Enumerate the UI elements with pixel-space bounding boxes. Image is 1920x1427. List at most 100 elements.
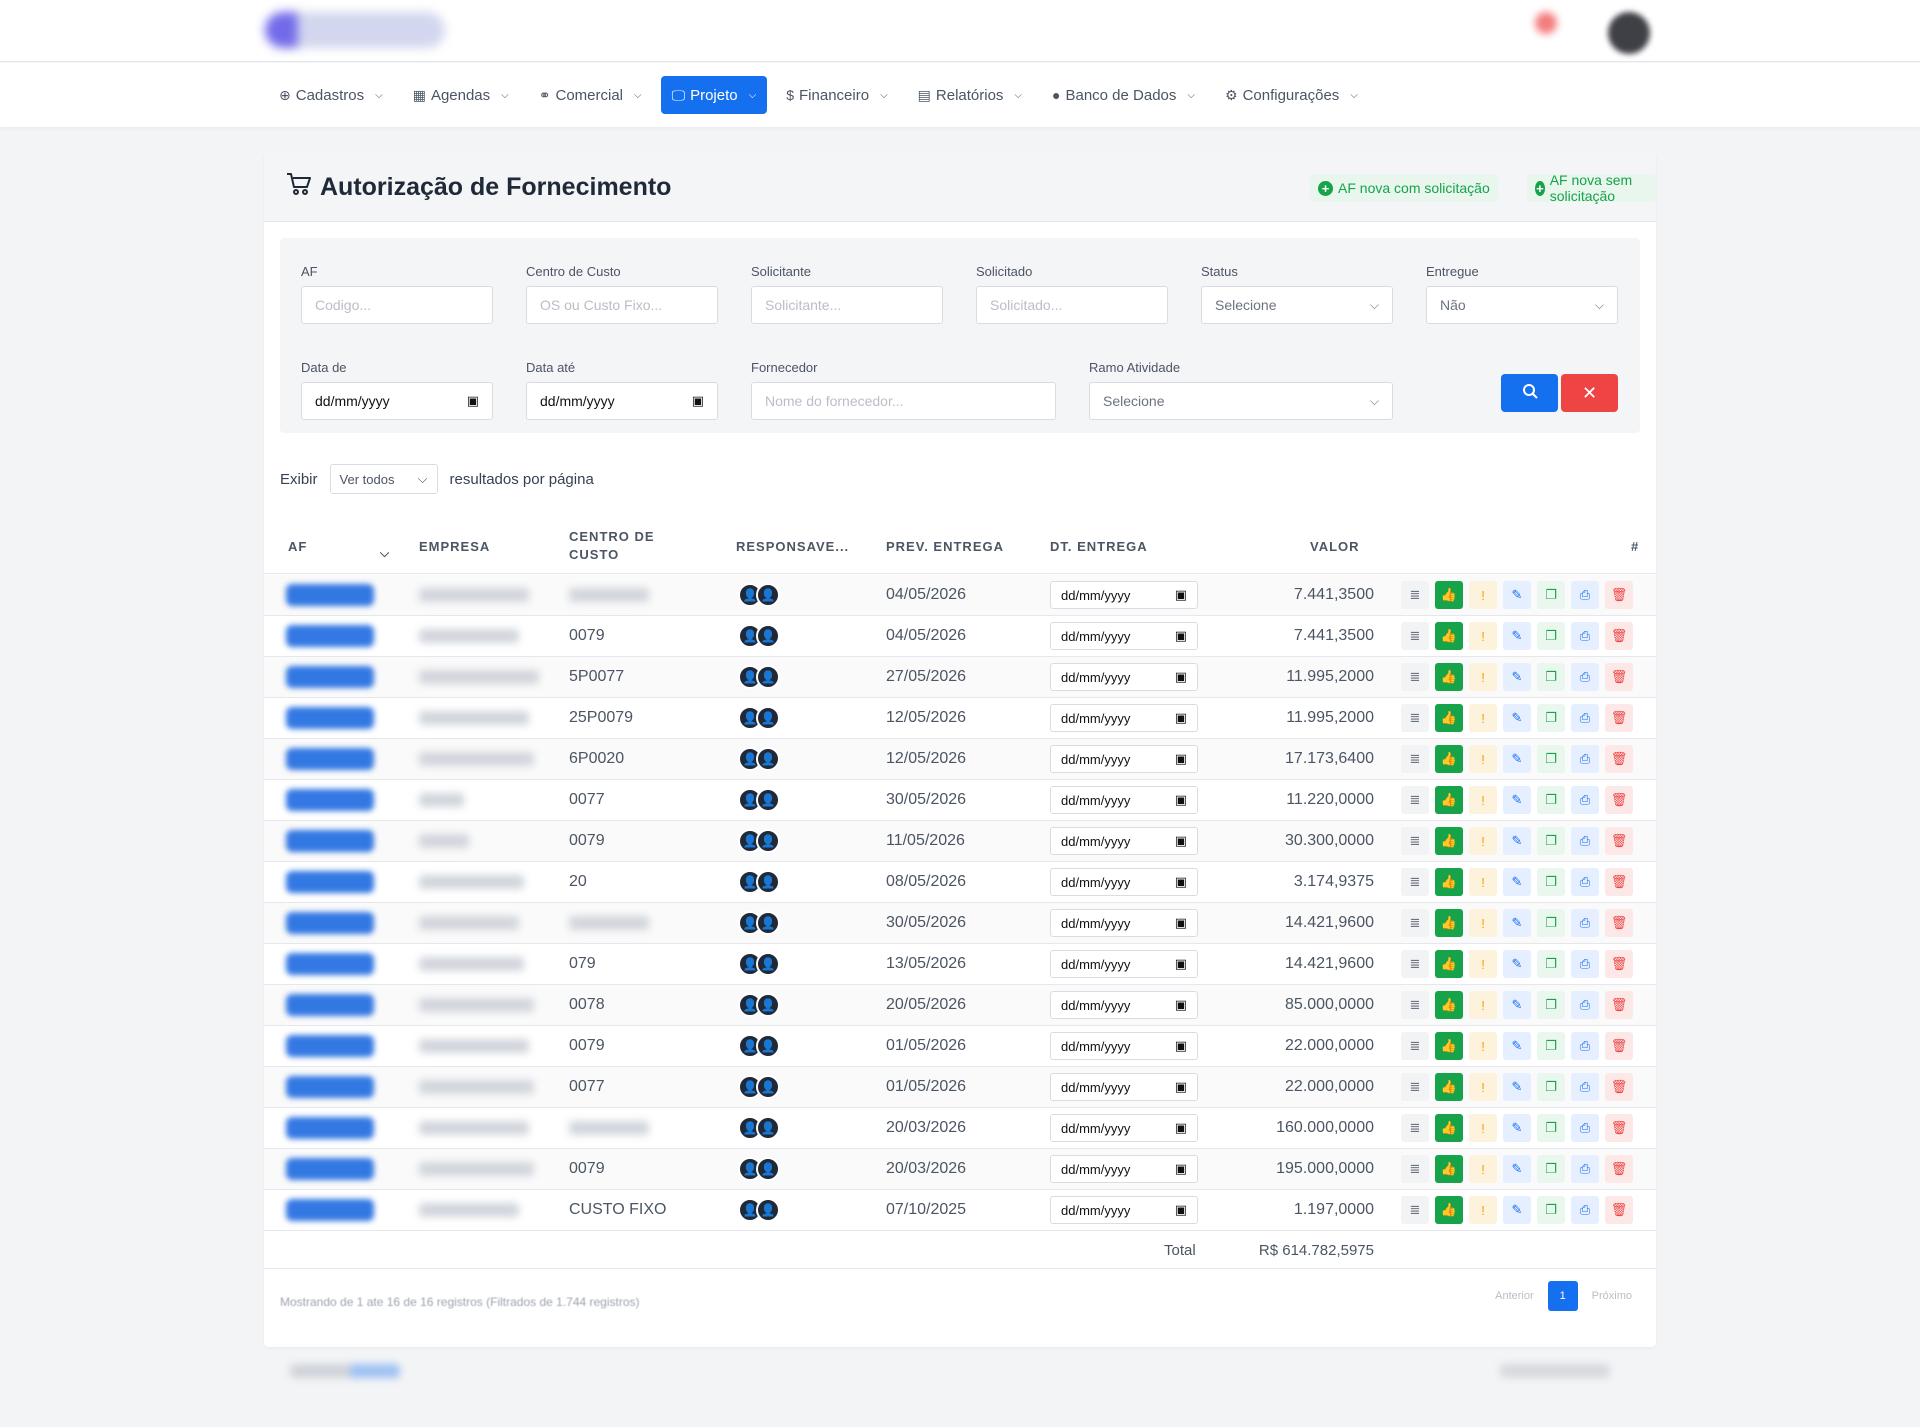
thumbs-up-icon[interactable]: 👍 [1435, 663, 1463, 691]
user-icon[interactable]: 👤 [756, 911, 780, 935]
af-code-link[interactable] [286, 1035, 374, 1057]
list-icon[interactable]: ≣ [1401, 868, 1429, 896]
trash-icon[interactable]: 🗑 [1605, 1114, 1633, 1142]
af-code-link[interactable] [286, 1199, 374, 1221]
user-icon[interactable]: 👤 [756, 1075, 780, 1099]
calendar-icon[interactable]: ▣ [1175, 833, 1187, 849]
edit-pencil-icon[interactable]: ✎ [1503, 868, 1531, 896]
table-row[interactable]: 25P0079 👤 👤 12/05/2026 dd/mm/yyyy ▣ 11.995,200… [264, 698, 1656, 739]
af-code-link[interactable] [286, 994, 374, 1016]
nav-financeiro[interactable]: $ Financeiro ⌵ [775, 76, 898, 114]
af-cell[interactable] [286, 780, 374, 820]
warning-icon[interactable]: ! [1469, 745, 1497, 773]
table-row[interactable]: 0079 👤 👤 20/03/2026 dd/mm/yyyy ▣ 195.000,0000 ≣… [264, 1149, 1656, 1190]
table-row[interactable]: 5P0077 👤 👤 27/05/2026 dd/mm/yyyy ▣ 11.995,2000… [264, 657, 1656, 698]
user-icon[interactable]: 👤 [756, 870, 780, 894]
print-icon[interactable]: ⎙ [1571, 704, 1599, 732]
thumbs-up-icon[interactable]: 👍 [1435, 1114, 1463, 1142]
notification-bell-icon[interactable] [1535, 12, 1557, 34]
copy-icon[interactable]: ❐ [1537, 827, 1565, 855]
edit-pencil-icon[interactable]: ✎ [1503, 909, 1531, 937]
print-icon[interactable]: ⎙ [1571, 991, 1599, 1019]
list-icon[interactable]: ≣ [1401, 909, 1429, 937]
af-cell[interactable] [286, 616, 374, 656]
af-code-link[interactable] [286, 1076, 374, 1098]
list-icon[interactable]: ≣ [1401, 622, 1429, 650]
supplier-input[interactable]: Nome do fornecedor... [751, 382, 1056, 420]
edit-pencil-icon[interactable]: ✎ [1503, 581, 1531, 609]
list-icon[interactable]: ≣ [1401, 663, 1429, 691]
af-cell[interactable] [286, 1149, 374, 1189]
copy-icon[interactable]: ❐ [1537, 868, 1565, 896]
previous-page-button[interactable]: Anterior [1487, 1281, 1542, 1311]
table-row[interactable]: 0079 👤 👤 01/05/2026 dd/mm/yyyy ▣ 22.000,0000 ≣ 👍… [264, 1026, 1656, 1067]
af-code-link[interactable] [286, 1117, 374, 1139]
edit-pencil-icon[interactable]: ✎ [1503, 827, 1531, 855]
calendar-icon[interactable]: ▣ [1175, 1038, 1187, 1054]
new-af-with-request-button[interactable]: + AF nova com solicitação [1310, 174, 1498, 202]
warning-icon[interactable]: ! [1469, 663, 1497, 691]
copy-icon[interactable]: ❐ [1537, 1032, 1565, 1060]
copy-icon[interactable]: ❐ [1537, 663, 1565, 691]
list-icon[interactable]: ≣ [1401, 581, 1429, 609]
table-row[interactable]: 6P0020 👤 👤 12/05/2026 dd/mm/yyyy ▣ 17.173,6400… [264, 739, 1656, 780]
af-cell[interactable] [286, 1067, 374, 1107]
table-row[interactable]: 0079 👤 👤 11/05/2026 dd/mm/yyyy ▣ 30.300,0000 ≣ 👍… [264, 821, 1656, 862]
list-icon[interactable]: ≣ [1401, 1032, 1429, 1060]
list-icon[interactable]: ≣ [1401, 1196, 1429, 1224]
calendar-icon[interactable]: ▣ [1175, 956, 1187, 972]
edit-pencil-icon[interactable]: ✎ [1503, 663, 1531, 691]
af-code-link[interactable] [286, 666, 374, 688]
nav-cadastros[interactable]: ⊕ Cadastros ⌵ [268, 76, 394, 114]
delivery-date-input[interactable]: dd/mm/yyyy ▣ [1050, 950, 1198, 978]
trash-icon[interactable]: 🗑 [1605, 1155, 1633, 1183]
col-valor[interactable]: VALOR [1310, 538, 1360, 556]
copy-icon[interactable]: ❐ [1537, 1073, 1565, 1101]
search-button[interactable] [1501, 374, 1558, 412]
col-empresa[interactable]: EMPRESA [419, 538, 490, 556]
list-icon[interactable]: ≣ [1401, 827, 1429, 855]
thumbs-up-icon[interactable]: 👍 [1435, 950, 1463, 978]
trash-icon[interactable]: 🗑 [1605, 827, 1633, 855]
print-icon[interactable]: ⎙ [1571, 1073, 1599, 1101]
print-icon[interactable]: ⎙ [1571, 786, 1599, 814]
af-cell[interactable] [286, 698, 374, 738]
user-icon[interactable]: 👤 [756, 1157, 780, 1181]
af-code-link[interactable] [286, 748, 374, 770]
user-icon[interactable]: 👤 [756, 1198, 780, 1222]
af-cell[interactable] [286, 862, 374, 902]
edit-pencil-icon[interactable]: ✎ [1503, 622, 1531, 650]
calendar-icon[interactable]: ▣ [1175, 1202, 1187, 1218]
thumbs-up-icon[interactable]: 👍 [1435, 1155, 1463, 1183]
calendar-icon[interactable]: ▣ [1175, 997, 1187, 1013]
cost-center-input[interactable]: OS ou Custo Fixo... [526, 286, 718, 324]
table-row[interactable]: 0078 👤 👤 20/05/2026 dd/mm/yyyy ▣ 85.000,0000 ≣ 👍… [264, 985, 1656, 1026]
af-cell[interactable] [286, 1026, 374, 1066]
thumbs-up-icon[interactable]: 👍 [1435, 704, 1463, 732]
af-code-link[interactable] [286, 789, 374, 811]
trash-icon[interactable]: 🗑 [1605, 745, 1633, 773]
thumbs-up-icon[interactable]: 👍 [1435, 1196, 1463, 1224]
copy-icon[interactable]: ❐ [1537, 991, 1565, 1019]
table-row[interactable]: 20 👤 👤 08/05/2026 dd/mm/yyyy ▣ 3.174,9375 ≣ 👍! ✎ ❐… [264, 862, 1656, 903]
edit-pencil-icon[interactable]: ✎ [1503, 1032, 1531, 1060]
calendar-icon[interactable]: ▣ [1175, 1120, 1187, 1136]
af-cell[interactable] [286, 903, 374, 943]
print-icon[interactable]: ⎙ [1571, 950, 1599, 978]
af-code-link[interactable] [286, 584, 374, 606]
table-row[interactable]: 0077 👤 👤 01/05/2026 dd/mm/yyyy ▣ 22.000,0000 ≣ 👍… [264, 1067, 1656, 1108]
delivery-date-input[interactable]: dd/mm/yyyy ▣ [1050, 1196, 1198, 1224]
activity-select[interactable]: Selecione ⌵ [1089, 382, 1393, 420]
calendar-icon[interactable]: ▣ [467, 393, 479, 409]
copy-icon[interactable]: ❐ [1537, 786, 1565, 814]
trash-icon[interactable]: 🗑 [1605, 1196, 1633, 1224]
user-avatar[interactable] [1608, 12, 1650, 54]
delivery-date-input[interactable]: dd/mm/yyyy ▣ [1050, 1114, 1198, 1142]
user-icon[interactable]: 👤 [756, 952, 780, 976]
nav-agendas[interactable]: ▦ Agendas ⌵ [402, 76, 520, 114]
requested-input[interactable]: Solicitado... [976, 286, 1168, 324]
edit-pencil-icon[interactable]: ✎ [1503, 1073, 1531, 1101]
edit-pencil-icon[interactable]: ✎ [1503, 1155, 1531, 1183]
warning-icon[interactable]: ! [1469, 950, 1497, 978]
col-prev-entrega[interactable]: PREV. ENTREGA [886, 538, 1004, 556]
